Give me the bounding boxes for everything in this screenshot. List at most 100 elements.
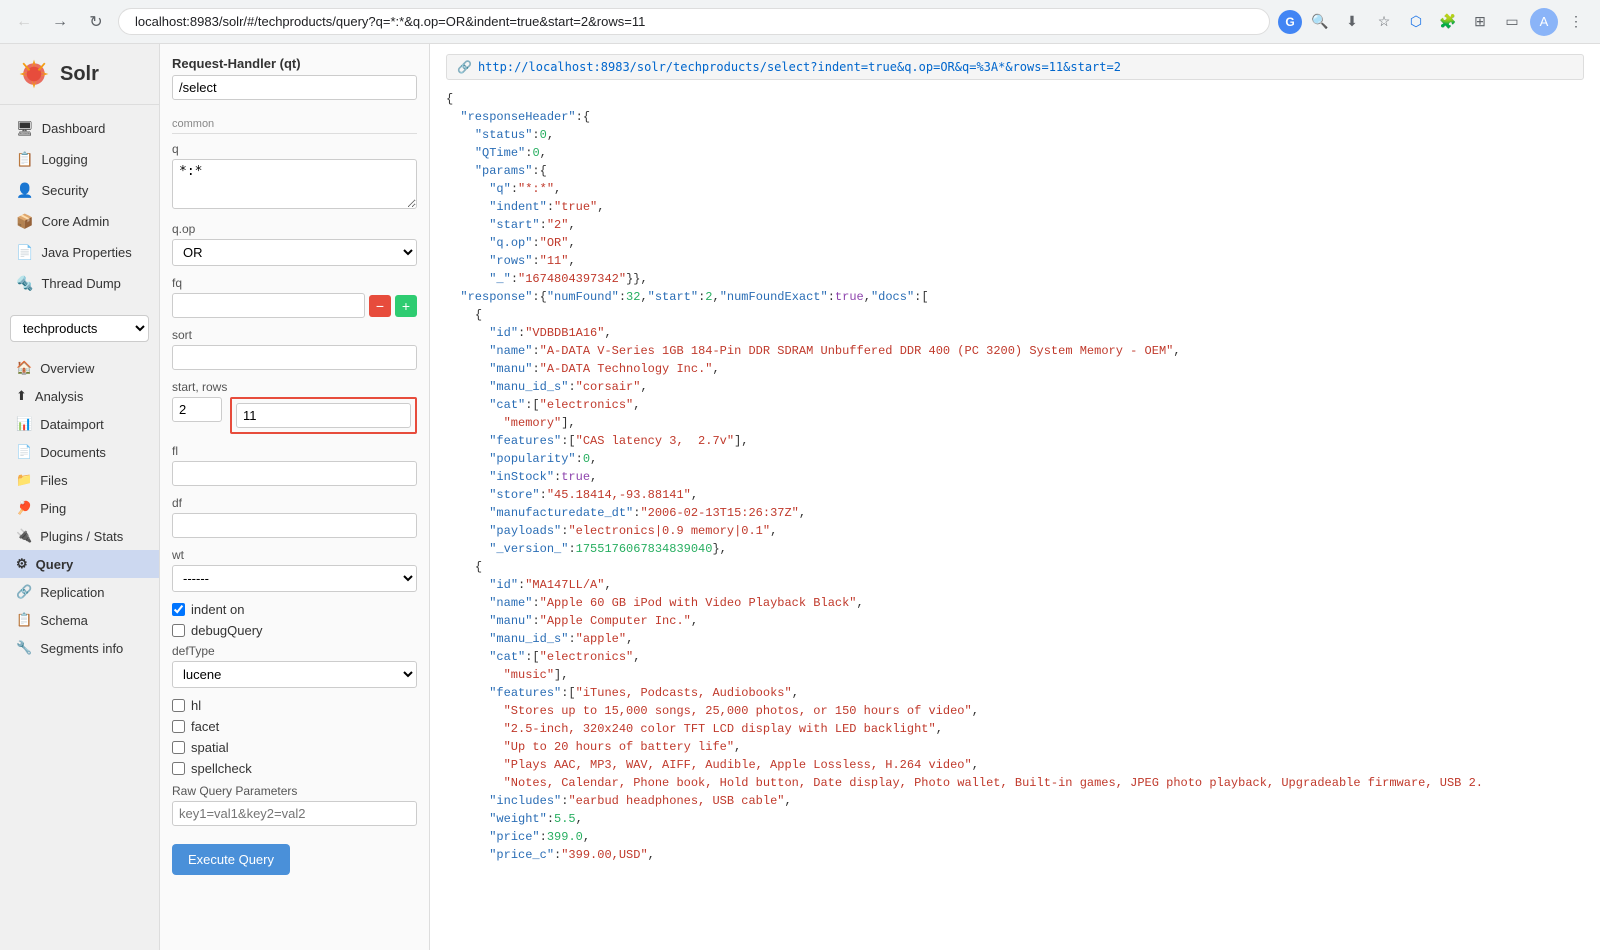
core-nav-overview[interactable]: 🏠 Overview <box>0 354 159 382</box>
sidebar-item-java-properties[interactable]: 📄 Java Properties <box>0 237 159 268</box>
fl-input[interactable] <box>172 461 417 486</box>
wt-select[interactable]: ------ json xml csv <box>172 565 417 592</box>
qop-group: q.op OR AND <box>172 222 417 266</box>
address-bar[interactable] <box>118 8 1270 35</box>
monitor-button[interactable]: ▭ <box>1498 8 1526 36</box>
dataimport-icon: 📊 <box>16 416 32 432</box>
start-rows-row <box>172 397 417 434</box>
qop-select[interactable]: OR AND <box>172 239 417 266</box>
indent-checkbox[interactable] <box>172 603 185 616</box>
facet-checkbox[interactable] <box>172 720 185 733</box>
core-nav-plugins-stats[interactable]: 🔌 Plugins / Stats <box>0 522 159 550</box>
core-nav-schema[interactable]: 📋 Schema <box>0 606 159 634</box>
profile-avatar[interactable]: A <box>1530 8 1558 36</box>
forward-button[interactable]: → <box>46 8 74 36</box>
section-label: common <box>172 118 417 134</box>
q-label: q <box>172 142 417 156</box>
handler-input[interactable] <box>172 75 417 100</box>
menu-button[interactable]: ⋮ <box>1562 8 1590 36</box>
core-nav-files[interactable]: 📁 Files <box>0 466 159 494</box>
fq-input[interactable] <box>172 293 365 318</box>
sidebar-item-security[interactable]: 👤 Security <box>0 175 159 206</box>
result-json: { "responseHeader":{ "status":0, "QTime"… <box>446 90 1584 864</box>
grid-button[interactable]: ⊞ <box>1466 8 1494 36</box>
hl-checkbox[interactable] <box>172 699 185 712</box>
google-icon: G <box>1278 10 1302 34</box>
fl-group: fl <box>172 444 417 486</box>
sidebar-item-dashboard-label: Dashboard <box>42 121 106 136</box>
spellcheck-label[interactable]: spellcheck <box>191 761 252 776</box>
sidebar-item-java-properties-label: Java Properties <box>41 245 131 260</box>
sidebar-item-thread-dump-label: Thread Dump <box>41 276 120 291</box>
spatial-label[interactable]: spatial <box>191 740 229 755</box>
sidebar: Solr 🖥 Dashboard 📋 Logging 👤 Security 📦 … <box>0 44 160 950</box>
spatial-checkbox[interactable] <box>172 741 185 754</box>
result-url-text: http://localhost:8983/solr/techproducts/… <box>478 60 1121 74</box>
spellcheck-checkbox[interactable] <box>172 762 185 775</box>
qop-label: q.op <box>172 222 417 236</box>
debug-query-checkbox[interactable] <box>172 624 185 637</box>
sidebar-item-core-admin[interactable]: 📦 Core Admin <box>0 206 159 237</box>
browser-chrome: ← → ↻ G 🔍 ⬇ ☆ ⬡ 🧩 ⊞ ▭ A ⋮ <box>0 0 1600 44</box>
plugins-icon: 🔌 <box>16 528 32 544</box>
fq-row: − + <box>172 293 417 318</box>
indent-row: indent on <box>172 602 417 617</box>
core-nav-replication[interactable]: 🔗 Replication <box>0 578 159 606</box>
fq-add-button[interactable]: + <box>395 295 417 317</box>
thread-dump-icon: 🔩 <box>16 275 33 292</box>
facet-label[interactable]: facet <box>191 719 219 734</box>
hl-row: hl <box>172 698 417 713</box>
core-nav-segments-info[interactable]: 🔧 Segments info <box>0 634 159 662</box>
deftype-select[interactable]: lucene dismax edismax <box>172 661 417 688</box>
cast-button[interactable]: ⬡ <box>1402 8 1430 36</box>
fq-label: fq <box>172 276 417 290</box>
sidebar-item-thread-dump[interactable]: 🔩 Thread Dump <box>0 268 159 299</box>
debug-query-label[interactable]: debugQuery <box>191 623 263 638</box>
documents-icon: 📄 <box>16 444 32 460</box>
handler-group: Request-Handler (qt) <box>172 56 417 108</box>
execute-query-button[interactable]: Execute Query <box>172 844 290 875</box>
sort-label: sort <box>172 328 417 342</box>
reload-button[interactable]: ↻ <box>82 8 110 36</box>
sort-input[interactable] <box>172 345 417 370</box>
deftype-group: defType lucene dismax edismax <box>172 644 417 688</box>
bookmark-button[interactable]: ☆ <box>1370 8 1398 36</box>
df-input[interactable] <box>172 513 417 538</box>
core-selector[interactable]: techproducts <box>10 315 149 342</box>
core-nav-analysis[interactable]: ⬆ Analysis <box>0 382 159 410</box>
core-admin-icon: 📦 <box>16 213 33 230</box>
df-label: df <box>172 496 417 510</box>
raw-params-input[interactable] <box>172 801 417 826</box>
raw-params-label: Raw Query Parameters <box>172 784 417 798</box>
indent-label[interactable]: indent on <box>191 602 245 617</box>
start-rows-group: start, rows <box>172 380 417 434</box>
core-nav-dataimport[interactable]: 📊 Dataimport <box>0 410 159 438</box>
core-nav-documents[interactable]: 📄 Documents <box>0 438 159 466</box>
extensions-button[interactable]: 🧩 <box>1434 8 1462 36</box>
fq-remove-button[interactable]: − <box>369 295 391 317</box>
sidebar-item-core-admin-label: Core Admin <box>41 214 109 229</box>
query-panel: Request-Handler (qt) common q *:* q.op O… <box>160 44 1600 950</box>
core-nav-ping[interactable]: 🏓 Ping <box>0 494 159 522</box>
search-button[interactable]: 🔍 <box>1306 8 1334 36</box>
rows-input[interactable] <box>236 403 411 428</box>
sidebar-item-logging-label: Logging <box>41 152 87 167</box>
start-input-wrap <box>172 397 222 422</box>
hl-label[interactable]: hl <box>191 698 201 713</box>
start-input[interactable] <box>172 397 222 422</box>
core-nav: 🏠 Overview ⬆ Analysis 📊 Dataimport 📄 Doc… <box>0 350 159 666</box>
ping-icon: 🏓 <box>16 500 32 516</box>
deftype-label: defType <box>172 644 417 658</box>
fq-group: fq − + <box>172 276 417 318</box>
sort-group: sort <box>172 328 417 370</box>
download-button[interactable]: ⬇ <box>1338 8 1366 36</box>
sidebar-item-logging[interactable]: 📋 Logging <box>0 144 159 175</box>
back-button[interactable]: ← <box>10 8 38 36</box>
q-input[interactable]: *:* <box>172 159 417 209</box>
sidebar-item-dashboard[interactable]: 🖥 Dashboard <box>0 113 159 144</box>
query-icon: ⚙ <box>16 556 28 572</box>
core-nav-query[interactable]: ⚙ Query <box>0 550 159 578</box>
logging-icon: 📋 <box>16 151 33 168</box>
sidebar-item-security-label: Security <box>41 183 88 198</box>
replication-icon: 🔗 <box>16 584 32 600</box>
